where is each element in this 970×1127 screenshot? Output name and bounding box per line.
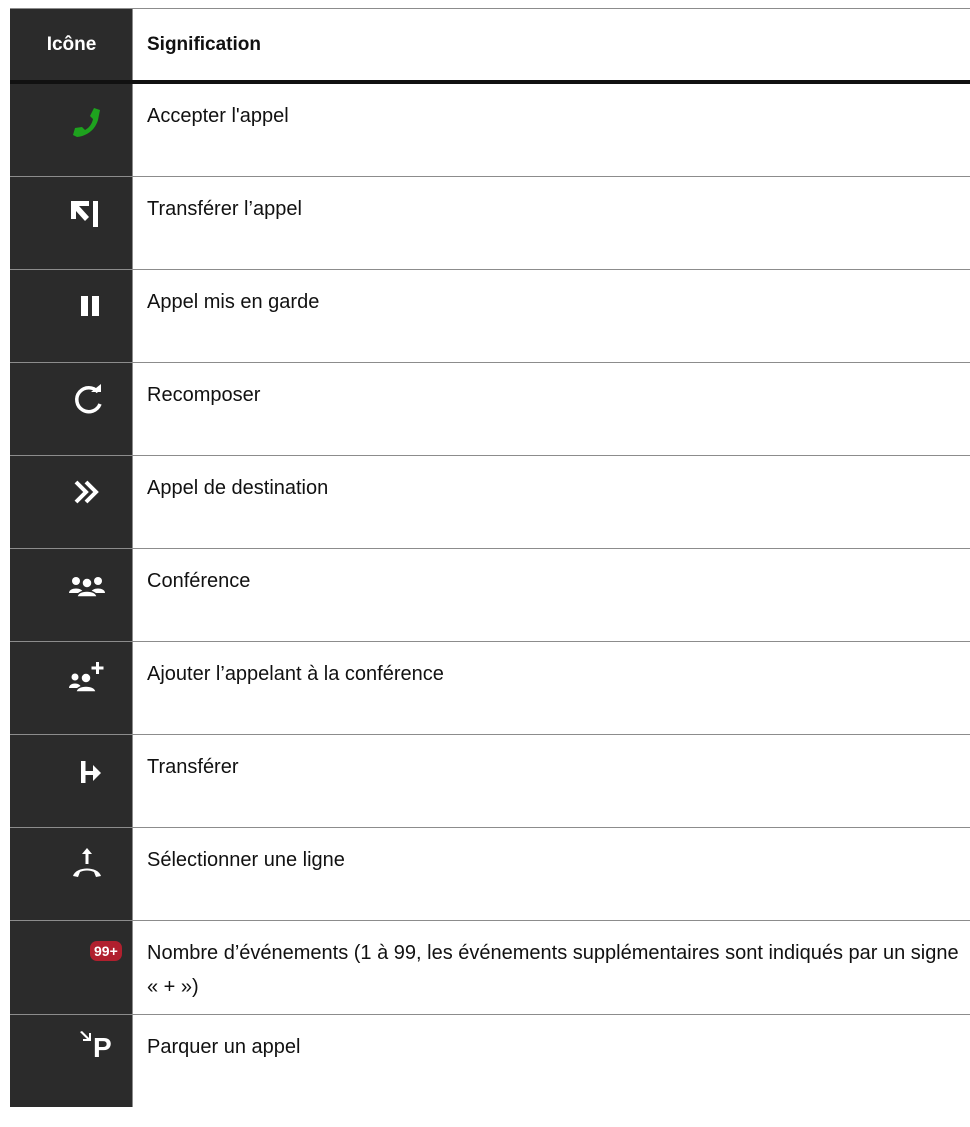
pause-icon (81, 296, 99, 316)
forward-icon (81, 761, 101, 783)
table-row: Transférer (10, 735, 970, 828)
table-header: Icône Signification (10, 8, 970, 84)
table-row: Conférence (10, 549, 970, 642)
table-row: Recomposer (10, 363, 970, 456)
header-meaning-column: Signification (132, 9, 970, 80)
row-label: Recomposer (132, 363, 970, 455)
header-icon-column: Icône (10, 9, 132, 80)
table-row: Transférer l’appel (10, 177, 970, 270)
redial-icon (75, 384, 102, 414)
row-label: Transférer (132, 735, 970, 827)
transfer-call-icon (71, 201, 98, 227)
row-label: Sélectionner une ligne (132, 828, 970, 920)
row-label: Parquer un appel (132, 1015, 970, 1107)
table-row: Appel mis en garde (10, 270, 970, 363)
table-row: Ajouter l’appelant à la conférence (10, 642, 970, 735)
row-label: Appel mis en garde (132, 270, 970, 362)
phone-accept-icon (73, 108, 100, 137)
double-chevron-icon (74, 480, 99, 504)
row-label: Ajouter l’appelant à la conférence (132, 642, 970, 734)
icon-legend-table: Icône Signification Accepter l'appel Tra… (10, 8, 970, 1107)
table-row: 99+ Nombre d’événements (1 à 99, les évé… (10, 921, 970, 1015)
table-row: Sélectionner une ligne (10, 828, 970, 921)
select-line-icon (73, 848, 101, 877)
row-label: Appel de destination (132, 456, 970, 548)
park-call-icon: P (93, 1032, 112, 1063)
table-row: P Parquer un appel (10, 1015, 970, 1107)
event-count-badge: 99+ (90, 941, 122, 961)
table-row: Accepter l'appel (10, 84, 970, 177)
row-label: Conférence (132, 549, 970, 641)
row-label: Nombre d’événements (1 à 99, les événeme… (132, 921, 970, 1014)
table-row: Appel de destination (10, 456, 970, 549)
row-label: Transférer l’appel (132, 177, 970, 269)
conference-icon (69, 577, 105, 598)
add-conference-icon (69, 662, 104, 693)
row-label: Accepter l'appel (132, 84, 970, 176)
